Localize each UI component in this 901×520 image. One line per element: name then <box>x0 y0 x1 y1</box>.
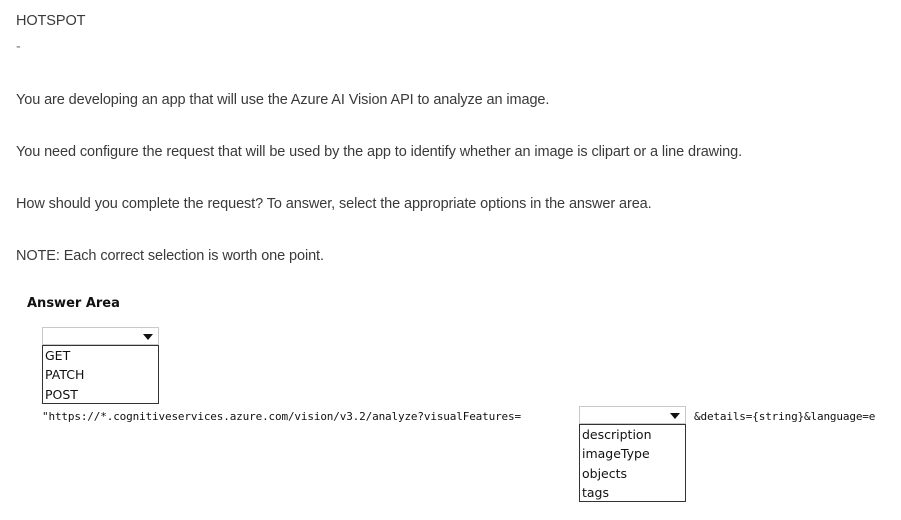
http-method-select[interactable] <box>42 327 159 345</box>
visual-features-option-objects[interactable]: objects <box>580 464 685 483</box>
separator-dash: - <box>16 39 21 55</box>
chevron-down-icon[interactable] <box>143 334 153 340</box>
chevron-down-icon[interactable] <box>670 413 680 419</box>
http-method-option-patch[interactable]: PATCH <box>43 365 158 384</box>
question-paragraph-2: You need configure the request that will… <box>16 144 743 160</box>
answer-area-title: Answer Area <box>27 296 120 311</box>
request-url-suffix: &details={string}&language=e <box>694 410 876 423</box>
visual-features-option-description[interactable]: description <box>580 425 685 444</box>
visual-features-select[interactable] <box>579 406 686 424</box>
question-type-label: HOTSPOT <box>16 13 86 29</box>
question-paragraph-3: How should you complete the request? To … <box>16 196 652 212</box>
question-paragraph-1: You are developing an app that will use … <box>16 92 550 108</box>
http-method-option-post[interactable]: POST <box>43 385 158 404</box>
visual-features-options: description imageType objects tags <box>579 424 686 502</box>
http-method-option-get[interactable]: GET <box>43 346 158 365</box>
request-url-prefix: "https://*.cognitiveservices.azure.com/v… <box>42 410 521 423</box>
visual-features-option-imagetype[interactable]: imageType <box>580 444 685 463</box>
question-note: NOTE: Each correct selection is worth on… <box>16 248 324 264</box>
visual-features-option-tags[interactable]: tags <box>580 483 685 502</box>
http-method-options: GET PATCH POST <box>42 345 159 404</box>
